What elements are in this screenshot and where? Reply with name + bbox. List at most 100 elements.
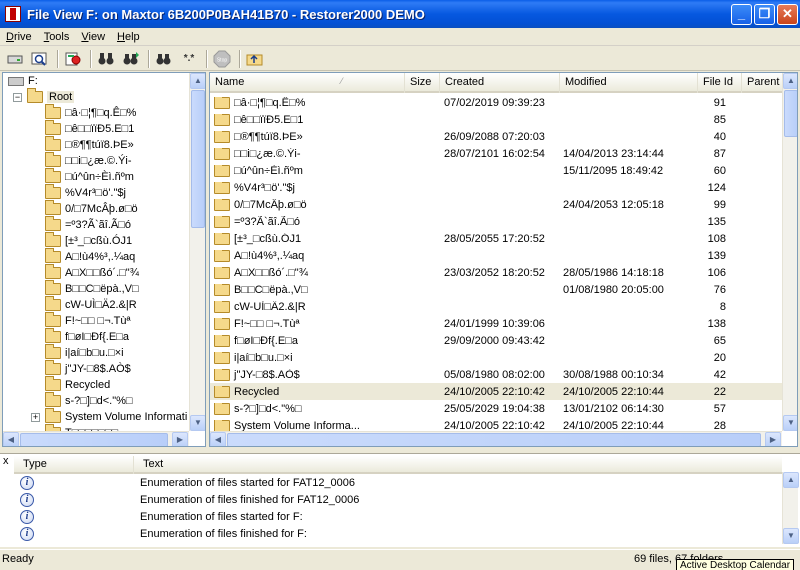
log-row[interactable]: i Enumeration of files finished for FAT12… xyxy=(14,491,782,508)
tree-item[interactable]: j"JY-□8$.AÒ$ xyxy=(45,360,131,377)
list-vertical-scrollbar[interactable]: ▲ ▼ xyxy=(782,73,797,431)
table-row[interactable]: □â·□¦¶□q.Ê□% 07/02/2019 09:39:23 91 xyxy=(210,94,782,111)
tree-item[interactable]: i|aí□b□u.□×i xyxy=(45,344,124,361)
maximize-button[interactable]: ❐ xyxy=(754,4,775,25)
log-column-type[interactable]: Type xyxy=(14,456,134,474)
tree-item[interactable]: Recycled xyxy=(45,376,110,393)
column-header-modified[interactable]: Modified xyxy=(560,73,698,93)
scroll-down-icon[interactable]: ▼ xyxy=(190,415,205,431)
table-row[interactable]: B□□C□ëpà.,V□ 01/08/1980 20:05:00 76 xyxy=(210,281,782,298)
recover-icon[interactable] xyxy=(62,49,84,69)
table-row[interactable]: 0/□7McÂþ.ø□ö 24/04/2053 12:05:18 99 xyxy=(210,196,782,213)
close-button[interactable]: ✕ xyxy=(777,4,798,25)
scroll-thumb[interactable] xyxy=(20,433,168,446)
tree-item[interactable]: [±³_□cßù.ÓJ1 xyxy=(45,232,132,249)
scroll-up-icon[interactable]: ▲ xyxy=(783,73,797,89)
tree-item[interactable]: F!~□□ □¬.Tùª xyxy=(45,312,131,329)
wildcard-icon[interactable]: *.* xyxy=(178,49,200,69)
tree-item[interactable]: □ê□□ïïÐ5.E□1 xyxy=(45,120,134,137)
tree-item[interactable]: %V4r³□ö'."$j xyxy=(45,184,126,201)
binoculars-icon[interactable] xyxy=(95,49,117,69)
column-header-name[interactable]: Name ⁄ xyxy=(210,73,405,93)
scroll-up-icon[interactable]: ▲ xyxy=(190,73,205,89)
tree-item[interactable]: s-?□]□d<."%□ xyxy=(45,392,133,409)
file-list[interactable]: Name ⁄ Size Created Modified File Id Pare… xyxy=(209,72,798,447)
column-header-parent-id[interactable]: Parent I xyxy=(742,73,782,93)
column-header-file-id[interactable]: File Id xyxy=(698,73,742,93)
tree-item[interactable]: 0/□7McÂþ.ø□ö xyxy=(45,200,138,217)
scroll-thumb[interactable] xyxy=(227,433,761,446)
scroll-right-icon[interactable]: ▶ xyxy=(172,432,188,446)
minimize-button[interactable]: _ xyxy=(731,4,752,25)
folder-icon xyxy=(214,147,230,160)
scroll-thumb[interactable] xyxy=(191,90,205,228)
info-icon: i xyxy=(20,509,34,524)
toolbar-separator xyxy=(239,49,241,68)
tree-item[interactable]: B□□C□ëpà.,V□ xyxy=(45,280,139,297)
tree-item[interactable]: A□X□□ßó´.□"¾ xyxy=(45,264,139,281)
table-row[interactable]: s-?□]□d<."%□ 25/05/2029 19:04:38 13/01/210… xyxy=(210,400,782,417)
table-row[interactable]: F!~□□ □¬.Tùª 24/01/1999 10:39:06 138 xyxy=(210,315,782,332)
log-panel[interactable]: x Type Text i Enumeration of files starte… xyxy=(0,453,800,547)
tree-item[interactable]: □â·□¦¶□q.Ê□% xyxy=(45,104,136,121)
tree-item[interactable]: □®¶¶túï8.ÞE» xyxy=(45,136,134,153)
scroll-thumb[interactable] xyxy=(784,90,797,137)
file-name-cell: □ê□□ïïÐ5.E□1 xyxy=(210,113,405,126)
tree-item[interactable]: cW-UÌ□Ä2.&|R xyxy=(45,296,137,313)
drive-icon[interactable] xyxy=(4,49,26,69)
table-row[interactable]: f□øI□Ðf{.E□a 29/09/2000 09:43:42 65 xyxy=(210,332,782,349)
find-next-icon[interactable] xyxy=(120,49,142,69)
table-row[interactable]: %V4r³□ö'."$j 124 xyxy=(210,179,782,196)
tree-item[interactable]: =º3?Ã`ãî.Ã□ó xyxy=(45,216,131,233)
find-masked-icon[interactable] xyxy=(153,49,175,69)
tree-horizontal-scrollbar[interactable]: ◀ ▶ xyxy=(3,431,189,446)
tree-vertical-scrollbar[interactable]: ▲ ▼ xyxy=(189,73,205,431)
folder-tree[interactable]: F: − Root □â·□¦¶□q.Ê□% □ê□□ïïÐ5.E□1 □®¶¶túï8.… xyxy=(2,72,206,447)
table-row[interactable]: cW-UÌ□Ä2.&|R 8 xyxy=(210,298,782,315)
table-row[interactable]: □□i□¿æ.©.Ýi- 28/07/2101 16:02:54 14/04/201… xyxy=(210,145,782,162)
column-header-created[interactable]: Created xyxy=(440,73,560,93)
tree-item[interactable]: f□øI□Ðf{.E□a xyxy=(45,328,129,345)
list-horizontal-scrollbar[interactable]: ◀ ▶ xyxy=(210,431,782,446)
scroll-left-icon[interactable]: ◀ xyxy=(210,432,226,446)
scroll-down-icon[interactable]: ▼ xyxy=(783,415,797,431)
file-created-cell: 25/05/2029 19:04:38 xyxy=(444,402,545,415)
table-row[interactable]: □ê□□ïïÐ5.E□1 85 xyxy=(210,111,782,128)
tree-drive[interactable]: F: xyxy=(8,73,38,89)
scroll-down-icon[interactable]: ▼ xyxy=(783,528,799,544)
table-row[interactable]: =º3?Ã`ãî.Ã□ó 135 xyxy=(210,213,782,230)
menu-view[interactable]: View xyxy=(75,31,111,43)
log-vertical-scrollbar[interactable]: ▲ ▼ xyxy=(782,472,799,544)
up-folder-icon[interactable] xyxy=(244,49,266,69)
log-close-icon[interactable]: x xyxy=(3,455,9,467)
table-row[interactable]: □®¶¶túï8.ÞE» 26/09/2088 07:20:03 40 xyxy=(210,128,782,145)
tree-item[interactable]: □ú^ûn÷Èì.ñºm xyxy=(45,168,134,185)
scroll-left-icon[interactable]: ◀ xyxy=(3,432,19,446)
log-row[interactable]: i Enumeration of files started for FAT12_… xyxy=(14,474,782,491)
tree-collapse-icon[interactable]: − xyxy=(13,93,22,102)
scroll-right-icon[interactable]: ▶ xyxy=(765,432,781,446)
log-column-text[interactable]: Text xyxy=(134,456,782,474)
table-row[interactable]: [±³_□cßù.ÓJ1 28/05/2055 17:20:52 108 xyxy=(210,230,782,247)
tree-item[interactable]: A□!ù4%³,.¼aq xyxy=(45,248,135,265)
search-icon[interactable] xyxy=(29,49,51,69)
table-row[interactable]: j"JY-□8$.AÒ$ 05/08/1980 08:02:00 30/08/198… xyxy=(210,366,782,383)
tree-item[interactable]: □□i□¿æ.©.Ýi- xyxy=(45,152,132,169)
table-row[interactable]: A□!ù4%³,.¼aq 139 xyxy=(210,247,782,264)
scroll-up-icon[interactable]: ▲ xyxy=(783,472,799,488)
table-row[interactable]: i|aí□b□u.□×i 20 xyxy=(210,349,782,366)
column-header-size[interactable]: Size xyxy=(405,73,440,93)
tree-expand-icon[interactable]: + xyxy=(31,413,40,422)
menu-drive[interactable]: Drive xyxy=(0,31,38,43)
table-row[interactable]: Recycled 24/10/2005 22:10:42 24/10/2005 22… xyxy=(210,383,782,400)
table-row[interactable]: □ú^ûn÷Èì.ñºm 15/11/2095 18:49:42 60 xyxy=(210,162,782,179)
log-row[interactable]: i Enumeration of files started for F: xyxy=(14,508,782,525)
table-row[interactable]: A□X□□ßó´.□"¾ 23/03/2052 18:20:52 28/05/198… xyxy=(210,264,782,281)
tree-item-root[interactable]: Root xyxy=(27,88,75,105)
tree-item[interactable]: System Volume Informati xyxy=(45,408,187,425)
log-text: Enumeration of files started for F: xyxy=(140,510,303,523)
log-row[interactable]: i Enumeration of files finished for F: xyxy=(14,525,782,542)
title-bar[interactable]: File View F: on Maxtor 6B200P0BAH41B70 -… xyxy=(0,0,800,28)
menu-help[interactable]: Help xyxy=(111,31,146,43)
menu-tools[interactable]: Tools xyxy=(38,31,76,43)
